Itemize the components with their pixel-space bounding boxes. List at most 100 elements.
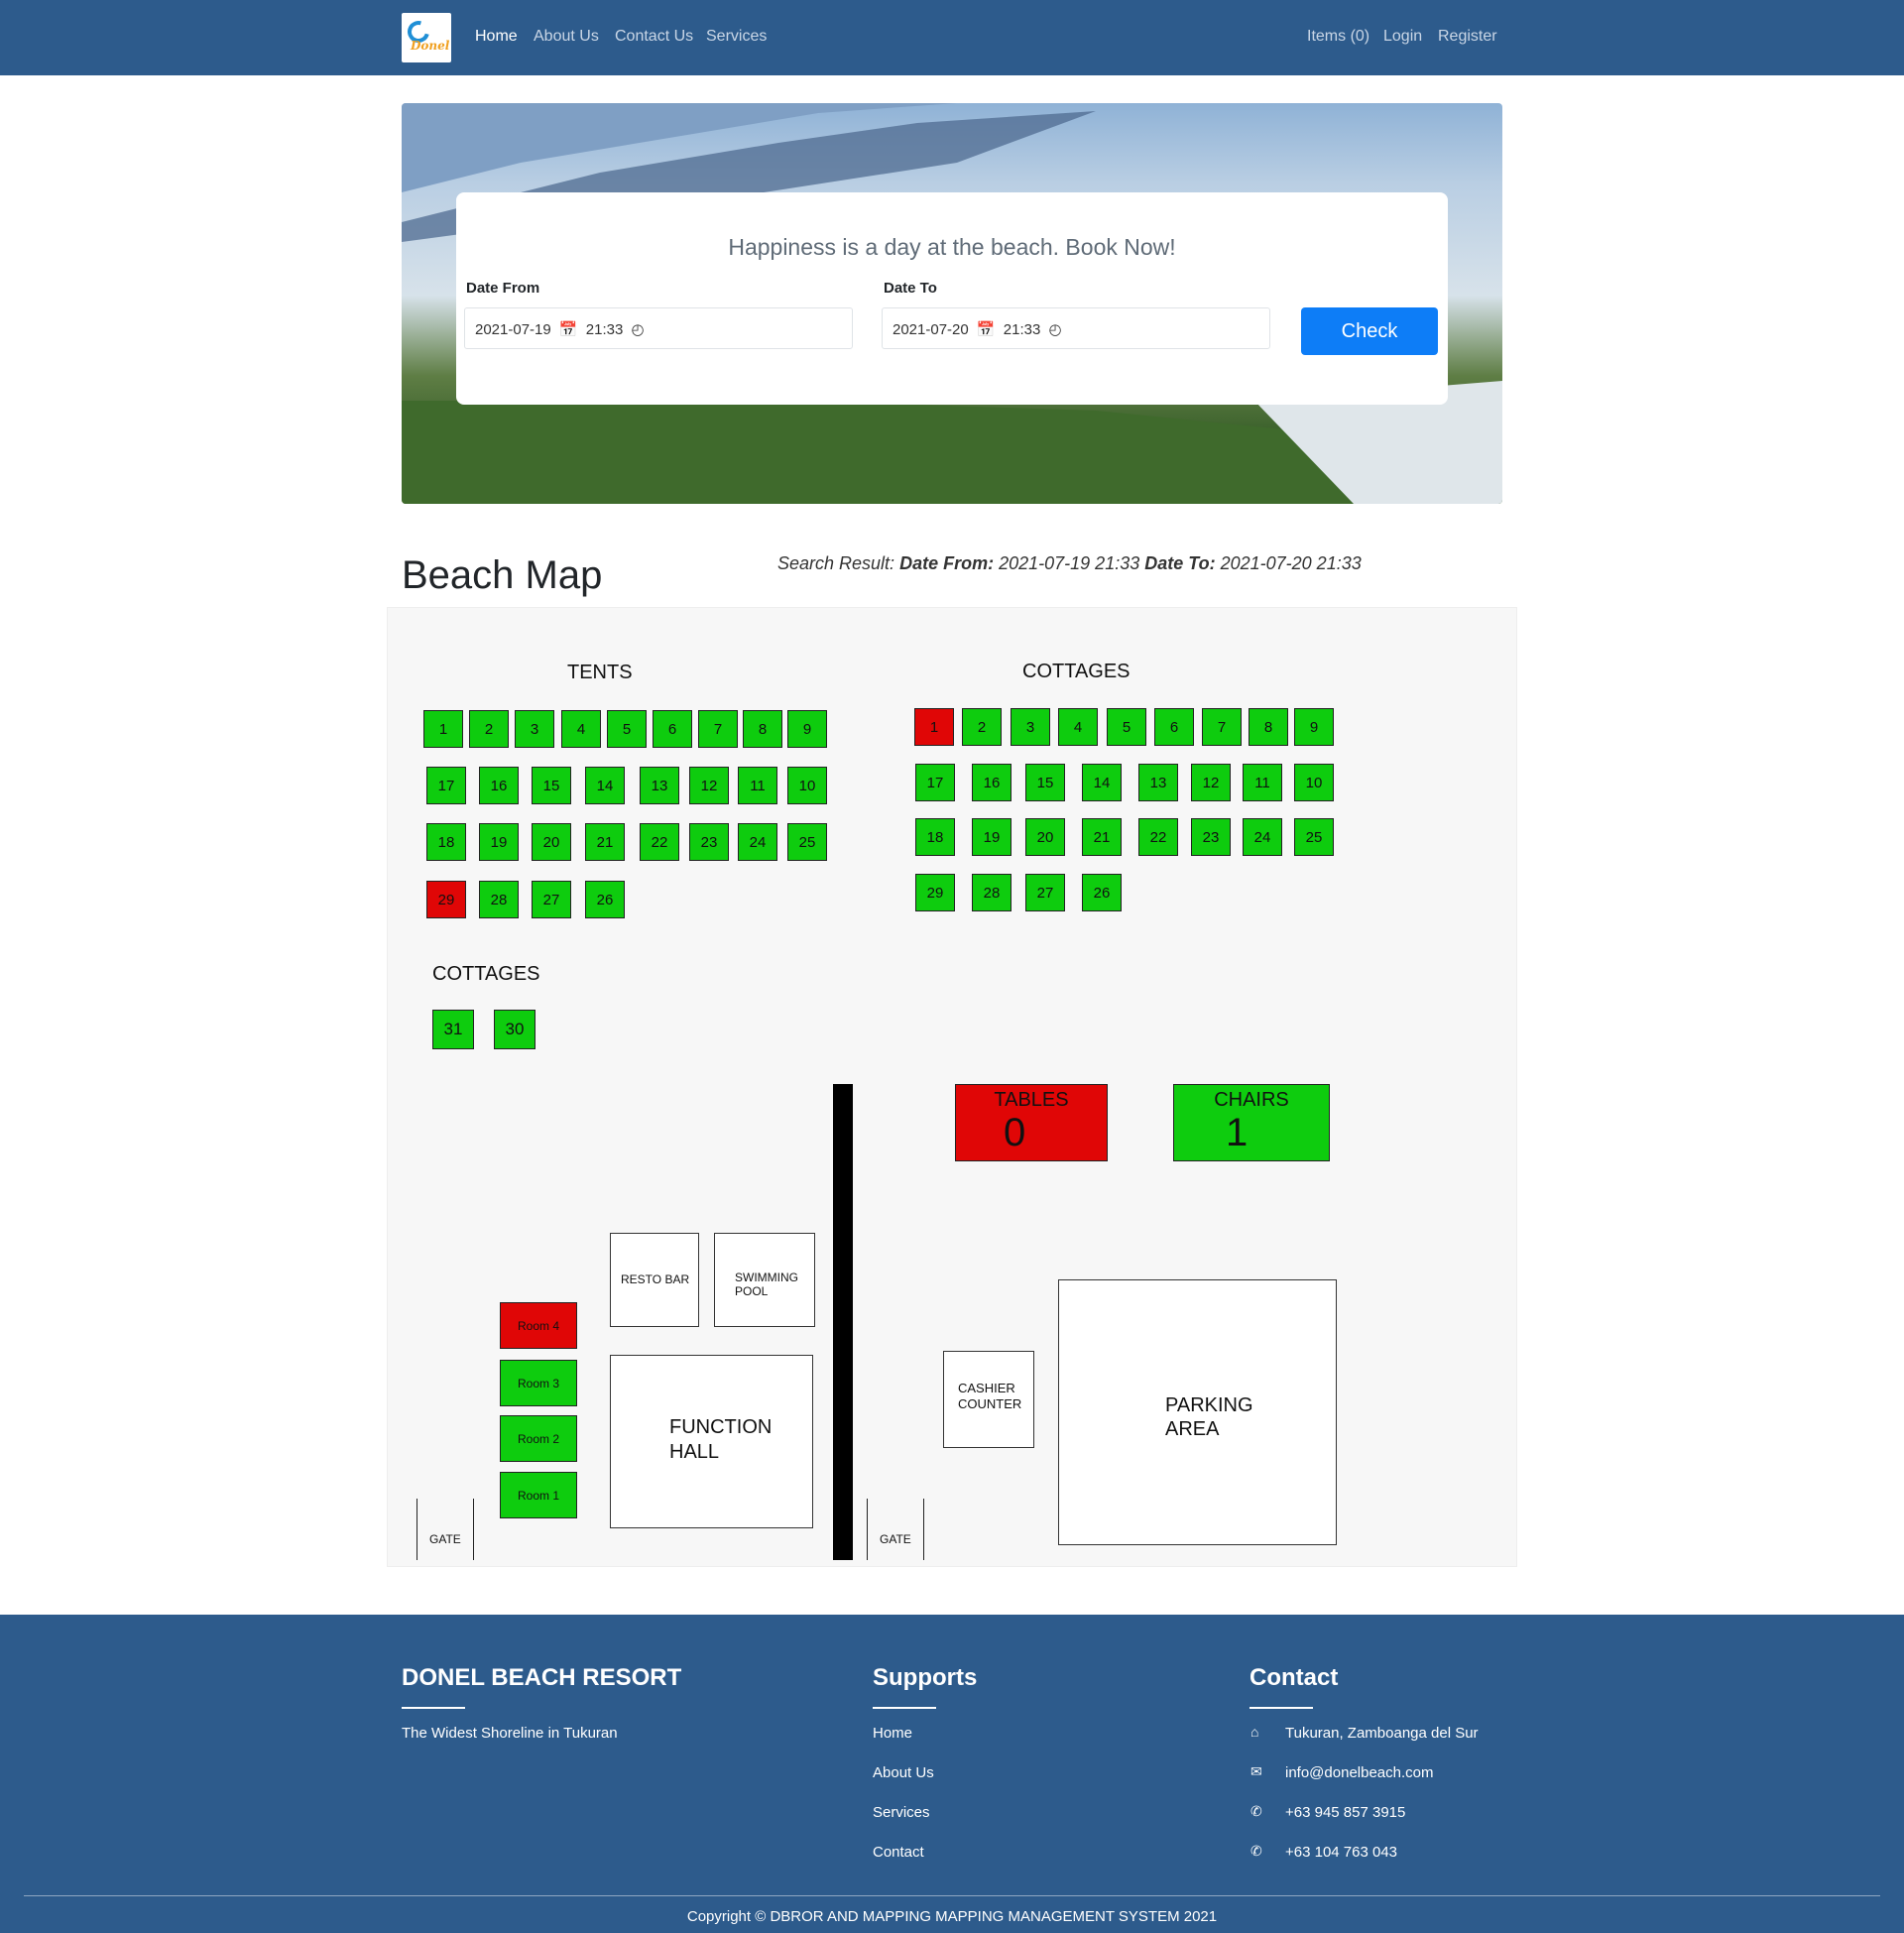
cottage-slot[interactable]: 19 <box>972 818 1012 856</box>
tables-counter[interactable]: TABLES 0 <box>955 1084 1108 1161</box>
cottage-slot[interactable]: 23 <box>1191 818 1231 856</box>
nav-register[interactable]: Register <box>1438 28 1497 46</box>
tent-slot[interactable]: 29 <box>426 881 466 918</box>
cottage-slot[interactable]: 2 <box>962 708 1002 746</box>
room-1[interactable]: Room 1 <box>500 1472 577 1518</box>
cottage-slot[interactable]: 26 <box>1082 874 1122 911</box>
tent-slot[interactable]: 22 <box>640 823 679 861</box>
nav-services[interactable]: Services <box>706 28 767 46</box>
tent-slot[interactable]: 23 <box>689 823 729 861</box>
tent-slot[interactable]: 11 <box>738 767 777 804</box>
tent-slot[interactable]: 28 <box>479 881 519 918</box>
tent-slot[interactable]: 15 <box>532 767 571 804</box>
cottage-slot[interactable]: 9 <box>1294 708 1334 746</box>
tent-slot[interactable]: 24 <box>738 823 777 861</box>
tent-slot[interactable]: 20 <box>532 823 571 861</box>
cottage-slot[interactable]: 21 <box>1082 818 1122 856</box>
navbar: Donel Home About Us Contact Us Services … <box>0 0 1904 75</box>
cottage-slot[interactable]: 8 <box>1249 708 1288 746</box>
cottage-slot[interactable]: 14 <box>1082 764 1122 801</box>
cottage-slot[interactable]: 11 <box>1243 764 1282 801</box>
tent-slot[interactable]: 16 <box>479 767 519 804</box>
cottage-slot[interactable]: 13 <box>1138 764 1178 801</box>
cottage-slot[interactable]: 4 <box>1058 708 1098 746</box>
cottage-slot[interactable]: 22 <box>1138 818 1178 856</box>
tent-slot[interactable]: 6 <box>653 710 692 748</box>
cottage-slot[interactable]: 5 <box>1107 708 1146 746</box>
tent-slot[interactable]: 17 <box>426 767 466 804</box>
date-to-input[interactable]: 2021-07-20 📅 21:33 ◴ <box>882 307 1270 349</box>
tent-slot[interactable]: 26 <box>585 881 625 918</box>
cottage-slot[interactable]: 31 <box>432 1010 474 1049</box>
cottage-slot[interactable]: 17 <box>915 764 955 801</box>
tent-slot[interactable]: 2 <box>469 710 509 748</box>
footer-link-contact[interactable]: Contact <box>873 1844 924 1861</box>
cottage-slot[interactable]: 16 <box>972 764 1012 801</box>
tent-slot[interactable]: 21 <box>585 823 625 861</box>
nav-home[interactable]: Home <box>475 28 518 46</box>
cottage-slot[interactable]: 3 <box>1011 708 1050 746</box>
tables-value: 0 <box>1004 1111 1026 1154</box>
nav-about-us[interactable]: About Us <box>534 28 599 46</box>
footer-tagline: The Widest Shoreline in Tukuran <box>402 1725 618 1742</box>
tent-slot[interactable]: 25 <box>787 823 827 861</box>
cottage-slot[interactable]: 7 <box>1202 708 1242 746</box>
cottages2-section-label: COTTAGES <box>432 963 540 985</box>
function-hall-line1: FUNCTION <box>669 1416 773 1438</box>
parking-line2: AREA <box>1165 1418 1220 1440</box>
phone-icon: ✆ <box>1250 1843 1262 1859</box>
cottage-slot[interactable]: 27 <box>1025 874 1065 911</box>
cottage-slot[interactable]: 1 <box>914 708 954 746</box>
date-from-input[interactable]: 2021-07-19 📅 21:33 ◴ <box>464 307 853 349</box>
clock-icon[interactable]: ◴ <box>631 321 644 338</box>
tent-slot[interactable]: 19 <box>479 823 519 861</box>
tent-slot[interactable]: 13 <box>640 767 679 804</box>
nav-contact-us[interactable]: Contact Us <box>615 28 693 46</box>
pool-label-line2: POOL <box>735 1284 769 1298</box>
calendar-icon[interactable]: 📅 <box>559 321 578 338</box>
chairs-counter[interactable]: CHAIRS 1 <box>1173 1084 1330 1161</box>
room-4[interactable]: Room 4 <box>500 1302 577 1349</box>
tent-slot[interactable]: 7 <box>698 710 738 748</box>
cottage-slot[interactable]: 12 <box>1191 764 1231 801</box>
check-button[interactable]: Check <box>1301 307 1438 355</box>
date-from-date: 2021-07-19 <box>475 321 551 338</box>
clock-icon[interactable]: ◴ <box>1048 321 1061 338</box>
tent-slot[interactable]: 5 <box>607 710 647 748</box>
home-icon: ⌂ <box>1250 1724 1259 1740</box>
footer-link-home[interactable]: Home <box>873 1725 912 1742</box>
cottage-slot[interactable]: 28 <box>972 874 1012 911</box>
page-title: Beach Map <box>402 553 603 597</box>
cottage-slot[interactable]: 15 <box>1025 764 1065 801</box>
parking-line1: PARKING <box>1165 1394 1253 1416</box>
cottage-slot[interactable]: 18 <box>915 818 955 856</box>
parking-area: PARKING AREA <box>1058 1279 1337 1545</box>
cottage-slot[interactable]: 24 <box>1243 818 1282 856</box>
cottage-slot[interactable]: 29 <box>915 874 955 911</box>
footer-rule <box>402 1707 465 1709</box>
footer-link-services[interactable]: Services <box>873 1804 930 1821</box>
cottage-slot[interactable]: 25 <box>1294 818 1334 856</box>
tent-slot[interactable]: 12 <box>689 767 729 804</box>
cottage-slot[interactable]: 30 <box>494 1010 536 1049</box>
brand-logo[interactable]: Donel <box>402 13 451 62</box>
footer-link-about-us[interactable]: About Us <box>873 1764 934 1781</box>
nav-login[interactable]: Login <box>1383 28 1422 46</box>
tent-slot[interactable]: 8 <box>743 710 782 748</box>
tent-slot[interactable]: 3 <box>515 710 554 748</box>
nav-items-cart[interactable]: Items (0) <box>1307 28 1369 46</box>
tent-slot[interactable]: 4 <box>561 710 601 748</box>
tent-slot[interactable]: 1 <box>423 710 463 748</box>
tent-slot[interactable]: 27 <box>532 881 571 918</box>
tent-slot[interactable]: 9 <box>787 710 827 748</box>
room-2[interactable]: Room 2 <box>500 1415 577 1462</box>
tent-slot[interactable]: 10 <box>787 767 827 804</box>
beach-map: TENTS COTTAGES COTTAGES 1 2 3 4 5 6 7 8 9 17 16 15 1… <box>387 607 1517 1567</box>
room-3[interactable]: Room 3 <box>500 1360 577 1406</box>
tent-slot[interactable]: 18 <box>426 823 466 861</box>
cottage-slot[interactable]: 20 <box>1025 818 1065 856</box>
cottage-slot[interactable]: 6 <box>1154 708 1194 746</box>
calendar-icon[interactable]: 📅 <box>977 321 996 338</box>
tent-slot[interactable]: 14 <box>585 767 625 804</box>
cottage-slot[interactable]: 10 <box>1294 764 1334 801</box>
